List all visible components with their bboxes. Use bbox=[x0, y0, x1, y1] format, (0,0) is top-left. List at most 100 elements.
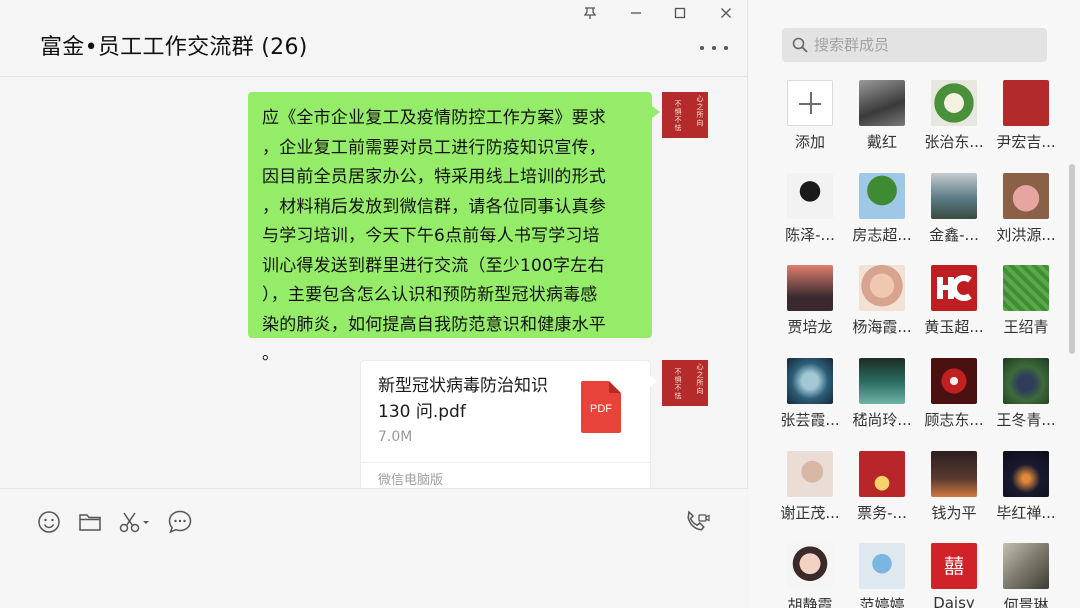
avatar-calligraphy: 不惧不怯 bbox=[674, 368, 682, 400]
avatar-calligraphy: 不惧不怯 bbox=[674, 100, 682, 132]
message-line: ，材料稍后发放到微信群，请各位同事认真参 bbox=[262, 196, 606, 217]
member-avatar bbox=[859, 358, 905, 404]
member-name: 贾培龙 bbox=[787, 318, 833, 336]
member-item[interactable]: 胡静霞 bbox=[773, 543, 845, 608]
member-item[interactable]: 王绍青 bbox=[989, 265, 1061, 353]
message-line: 训心得发送到群里进行交流（至少100字左右 bbox=[262, 255, 605, 276]
file-name: 新型冠状病毒防治知识 130 问.pdf bbox=[378, 376, 548, 422]
member-item[interactable]: 黄玉超... bbox=[917, 265, 989, 353]
scrollbar-thumb[interactable] bbox=[1069, 164, 1075, 354]
divider bbox=[361, 462, 650, 463]
member-name: 张治东... bbox=[924, 133, 984, 151]
member-item[interactable]: 嵇尚玲... bbox=[845, 358, 917, 446]
member-name: 金鑫-... bbox=[929, 226, 979, 244]
member-grid[interactable]: 添加 戴红 张治东... 尹宏吉... 陈泽-... 房志超... 金鑫-... bbox=[749, 74, 1080, 608]
self-avatar[interactable]: 心之所向 不惧不怯 bbox=[662, 360, 708, 406]
member-avatar bbox=[1003, 173, 1049, 219]
member-name: 何景琳 bbox=[1003, 596, 1049, 608]
video-call-icon[interactable] bbox=[684, 509, 710, 535]
avatar-calligraphy: 心之所向 bbox=[696, 363, 704, 395]
member-name: 范婷婷 bbox=[859, 596, 905, 608]
member-item[interactable]: 张治东... bbox=[917, 80, 989, 168]
member-item[interactable]: 陈泽-... bbox=[773, 173, 845, 261]
member-item[interactable]: 张芸霞... bbox=[773, 358, 845, 446]
search-icon bbox=[792, 37, 808, 53]
message-line: 应《全市企业复工及疫情防控工作方案》要求 bbox=[262, 108, 606, 128]
member-name: 房志超... bbox=[852, 226, 912, 244]
member-avatar bbox=[787, 265, 833, 311]
member-item[interactable]: 囍 Daisy bbox=[917, 543, 989, 608]
member-avatar bbox=[931, 265, 977, 311]
member-avatar bbox=[1003, 265, 1049, 311]
member-item[interactable]: 毕红禅... bbox=[989, 451, 1061, 539]
message-line: 染的肺炎，如何提高自我防范意识和健康水平 bbox=[262, 314, 606, 335]
pdf-label: PDF bbox=[590, 403, 612, 415]
member-name: 胡静霞 bbox=[787, 596, 833, 608]
text-message-bubble[interactable]: 应《全市企业复工及疫情防控工作方案》要求 ，企业复工前需要对员工进行防疫知识宣传… bbox=[248, 92, 660, 364]
member-avatar bbox=[931, 358, 977, 404]
member-avatar bbox=[787, 451, 833, 497]
member-avatar bbox=[931, 80, 977, 126]
member-name: 钱为平 bbox=[931, 504, 977, 522]
member-avatar bbox=[931, 451, 977, 497]
avatar-calligraphy: 心之所向 bbox=[696, 95, 704, 127]
message-line: ，企业复工前需要对员工进行防疫知识宣传， bbox=[262, 137, 606, 158]
member-item[interactable]: 顾志东... bbox=[917, 358, 989, 446]
plus-icon bbox=[787, 80, 833, 126]
member-name: 杨海霞... bbox=[852, 318, 912, 336]
screenshot-scissors-icon[interactable] bbox=[118, 509, 152, 535]
input-area[interactable] bbox=[0, 488, 748, 608]
chat-pane: 富金•员工工作交流群 (26) 应《全市企业复工及疫情防控工作方案》要求 ，企业… bbox=[0, 0, 748, 608]
message-list[interactable]: 应《全市企业复工及疫情防控工作方案》要求 ，企业复工前需要对员工进行防疫知识宣传… bbox=[0, 78, 748, 488]
member-name: 顾志东... bbox=[924, 411, 984, 429]
pin-icon[interactable] bbox=[578, 2, 602, 24]
member-name: 戴红 bbox=[866, 133, 897, 151]
close-icon[interactable] bbox=[714, 2, 738, 24]
member-item[interactable]: 金鑫-... bbox=[917, 173, 989, 261]
member-item[interactable]: 王冬青... bbox=[989, 358, 1061, 446]
self-avatar[interactable]: 心之所向 不惧不怯 bbox=[662, 92, 708, 138]
message-line: 与学习培训，今天下午6点前每人书写学习培 bbox=[262, 226, 600, 246]
more-dot-icon bbox=[700, 46, 704, 50]
file-message-card[interactable]: 新型冠状病毒防治知识 130 问.pdf 7.0M PDF 微信电脑版 bbox=[360, 360, 657, 488]
member-item[interactable]: 谢正茂... bbox=[773, 451, 845, 539]
member-avatar bbox=[1003, 80, 1049, 126]
member-avatar bbox=[787, 358, 833, 404]
member-item[interactable]: 尹宏吉... bbox=[989, 80, 1061, 168]
member-avatar: 囍 bbox=[931, 543, 977, 589]
member-item[interactable]: 房志超... bbox=[845, 173, 917, 261]
member-name: 黄玉超... bbox=[924, 318, 984, 336]
member-avatar bbox=[787, 543, 833, 589]
member-item[interactable]: 戴红 bbox=[845, 80, 917, 168]
member-item[interactable]: 刘洪源... bbox=[989, 173, 1061, 261]
member-item[interactable]: 票务-... bbox=[845, 451, 917, 539]
member-item[interactable]: 何景琳 bbox=[989, 543, 1061, 608]
member-name: 票务-... bbox=[857, 504, 907, 522]
folder-icon[interactable] bbox=[77, 509, 103, 535]
member-search-input[interactable] bbox=[814, 28, 1039, 62]
member-panel: 添加 戴红 张治东... 尹宏吉... 陈泽-... 房志超... 金鑫-... bbox=[749, 0, 1080, 608]
chat-header: 富金•员工工作交流群 (26) bbox=[0, 0, 748, 77]
member-avatar bbox=[859, 173, 905, 219]
member-name: 谢正茂... bbox=[780, 504, 840, 522]
member-name: 刘洪源... bbox=[996, 226, 1056, 244]
member-item[interactable]: 范婷婷 bbox=[845, 543, 917, 608]
member-name: 嵇尚玲... bbox=[852, 411, 912, 429]
member-avatar bbox=[787, 173, 833, 219]
member-avatar bbox=[859, 80, 905, 126]
pdf-icon: PDF bbox=[581, 381, 621, 433]
member-item[interactable]: 贾培龙 bbox=[773, 265, 845, 353]
member-name: 陈泽-... bbox=[785, 226, 835, 244]
more-options-button[interactable] bbox=[700, 38, 728, 58]
maximize-icon[interactable] bbox=[668, 2, 692, 24]
member-avatar bbox=[931, 173, 977, 219]
member-item[interactable]: 钱为平 bbox=[917, 451, 989, 539]
emoji-icon[interactable] bbox=[36, 509, 62, 535]
minimize-icon[interactable] bbox=[624, 2, 648, 24]
add-member-label: 添加 bbox=[794, 133, 825, 151]
member-name: 毕红禅... bbox=[996, 504, 1056, 522]
member-item[interactable]: 杨海霞... bbox=[845, 265, 917, 353]
member-search-box[interactable] bbox=[782, 28, 1047, 62]
add-member-button[interactable]: 添加 bbox=[773, 80, 845, 168]
chat-bubble-icon[interactable] bbox=[167, 509, 193, 535]
